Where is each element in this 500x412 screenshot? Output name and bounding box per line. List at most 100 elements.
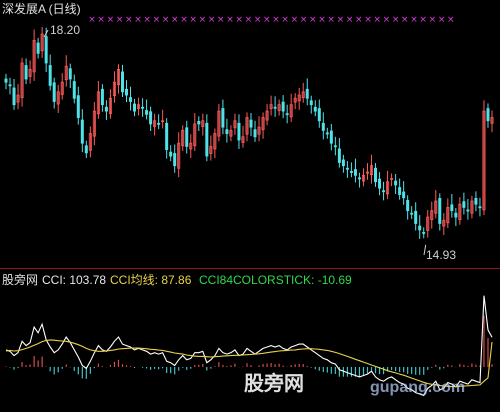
candle-body [398,187,402,195]
signal-marker: × [300,15,308,25]
signal-marker: × [272,15,280,25]
candle-body [478,206,482,209]
signal-marker: × [429,15,437,25]
candle-body [357,177,361,180]
candle-body [273,106,277,109]
candle-body [197,120,201,125]
signal-marker: × [171,15,179,25]
candle-body [486,108,490,122]
candle-body [309,100,313,106]
indicator-name: 股旁网 [2,273,39,287]
candle-body [169,151,173,157]
candle-body [68,68,72,80]
signal-marker: × [263,15,271,25]
candle-body [129,97,133,102]
candle-body [466,209,470,212]
candle-body [374,167,378,183]
candle-body [249,119,253,128]
candlestick-chart[interactable]: × × × × × × × × × × × × × × × × × × × × × × × × × × × × × × × × × × × × × × × × [0,0,500,412]
candle-body [36,42,40,54]
signal-marker: × [419,15,427,25]
candle-body [4,78,8,83]
candle-body [345,167,349,170]
signal-marker: × [309,15,317,25]
candle-body [120,71,124,93]
signal-marker: × [318,15,326,25]
candle-body [305,88,309,99]
candle-body [253,129,257,138]
candle-body [124,88,129,96]
low-price-label: 14.93 [426,248,457,262]
candle-body [48,65,52,86]
candle-body [133,103,137,112]
signal-marker: × [226,15,234,25]
candle-body [149,111,153,125]
candle-body [84,145,88,154]
signal-marker: × [291,15,299,25]
signal-marker: × [447,15,455,25]
signal-marker: × [245,15,253,25]
candle-body [422,232,426,234]
signal-marker: × [364,15,372,25]
candle-body [406,199,410,212]
candle-body [80,119,84,144]
candle-body [44,36,48,64]
candle-body [76,95,80,118]
signal-marker: × [327,15,335,25]
watermark-url: gupang.com [370,379,466,396]
candle-body [104,106,108,112]
candle-body [329,130,333,144]
signal-marker: × [134,15,142,25]
candle-body [52,82,56,102]
chart-title: 深发展A (日线) [2,2,81,16]
candle-body [333,145,337,148]
cci-ma-value-label: CCI均线: 87.86 [110,273,192,287]
candle-body [462,201,466,208]
candle-body [72,81,76,99]
signal-marker: × [438,15,446,25]
candle-body [414,210,418,224]
signal-marker: × [254,15,262,25]
candle-body [394,180,398,186]
candle-body [185,127,189,147]
candle-body [205,122,209,157]
candle-body [313,106,317,112]
candle-body [12,87,16,106]
signal-marker: × [162,15,170,25]
signal-marker: × [281,15,289,25]
candle-body [281,101,285,112]
signal-marker: × [392,15,400,25]
candle-body [337,148,341,163]
candle-body [418,225,422,231]
candle-body [24,65,28,80]
candle-body [474,198,478,205]
signal-marker: × [97,15,105,25]
signal-marker: × [373,15,381,25]
signal-marker: × [355,15,363,25]
signal-marker: × [88,15,96,25]
watermark-text: 股旁网 [244,373,304,395]
candle-body [410,212,414,215]
candle-body [454,212,458,218]
candle-body [378,178,382,189]
cci-value-label: CCI: 103.78 [42,273,107,287]
candle-body [173,153,177,167]
signal-marker: × [153,15,161,25]
signal-marker: × [383,15,391,25]
candle-body [221,108,225,128]
signal-marker: × [180,15,188,25]
candle-body [450,204,454,212]
signal-marker: × [189,15,197,25]
candle-body [145,110,149,115]
candle-body [341,159,345,167]
signal-marker: × [235,15,243,25]
candle-body [349,171,353,173]
candle-body [321,122,325,131]
candle-body [8,84,12,87]
high-price-label: 18.20 [50,23,81,37]
signal-marker: × [337,15,345,25]
signal-marker: × [125,15,133,25]
candle-body [237,122,241,141]
kline-chart-window[interactable]: × × × × × × × × × × × × × × × × × × × × × × × × × × × × × × × × × × × × × × × ×… [0,0,500,412]
signal-marker: × [217,15,225,25]
